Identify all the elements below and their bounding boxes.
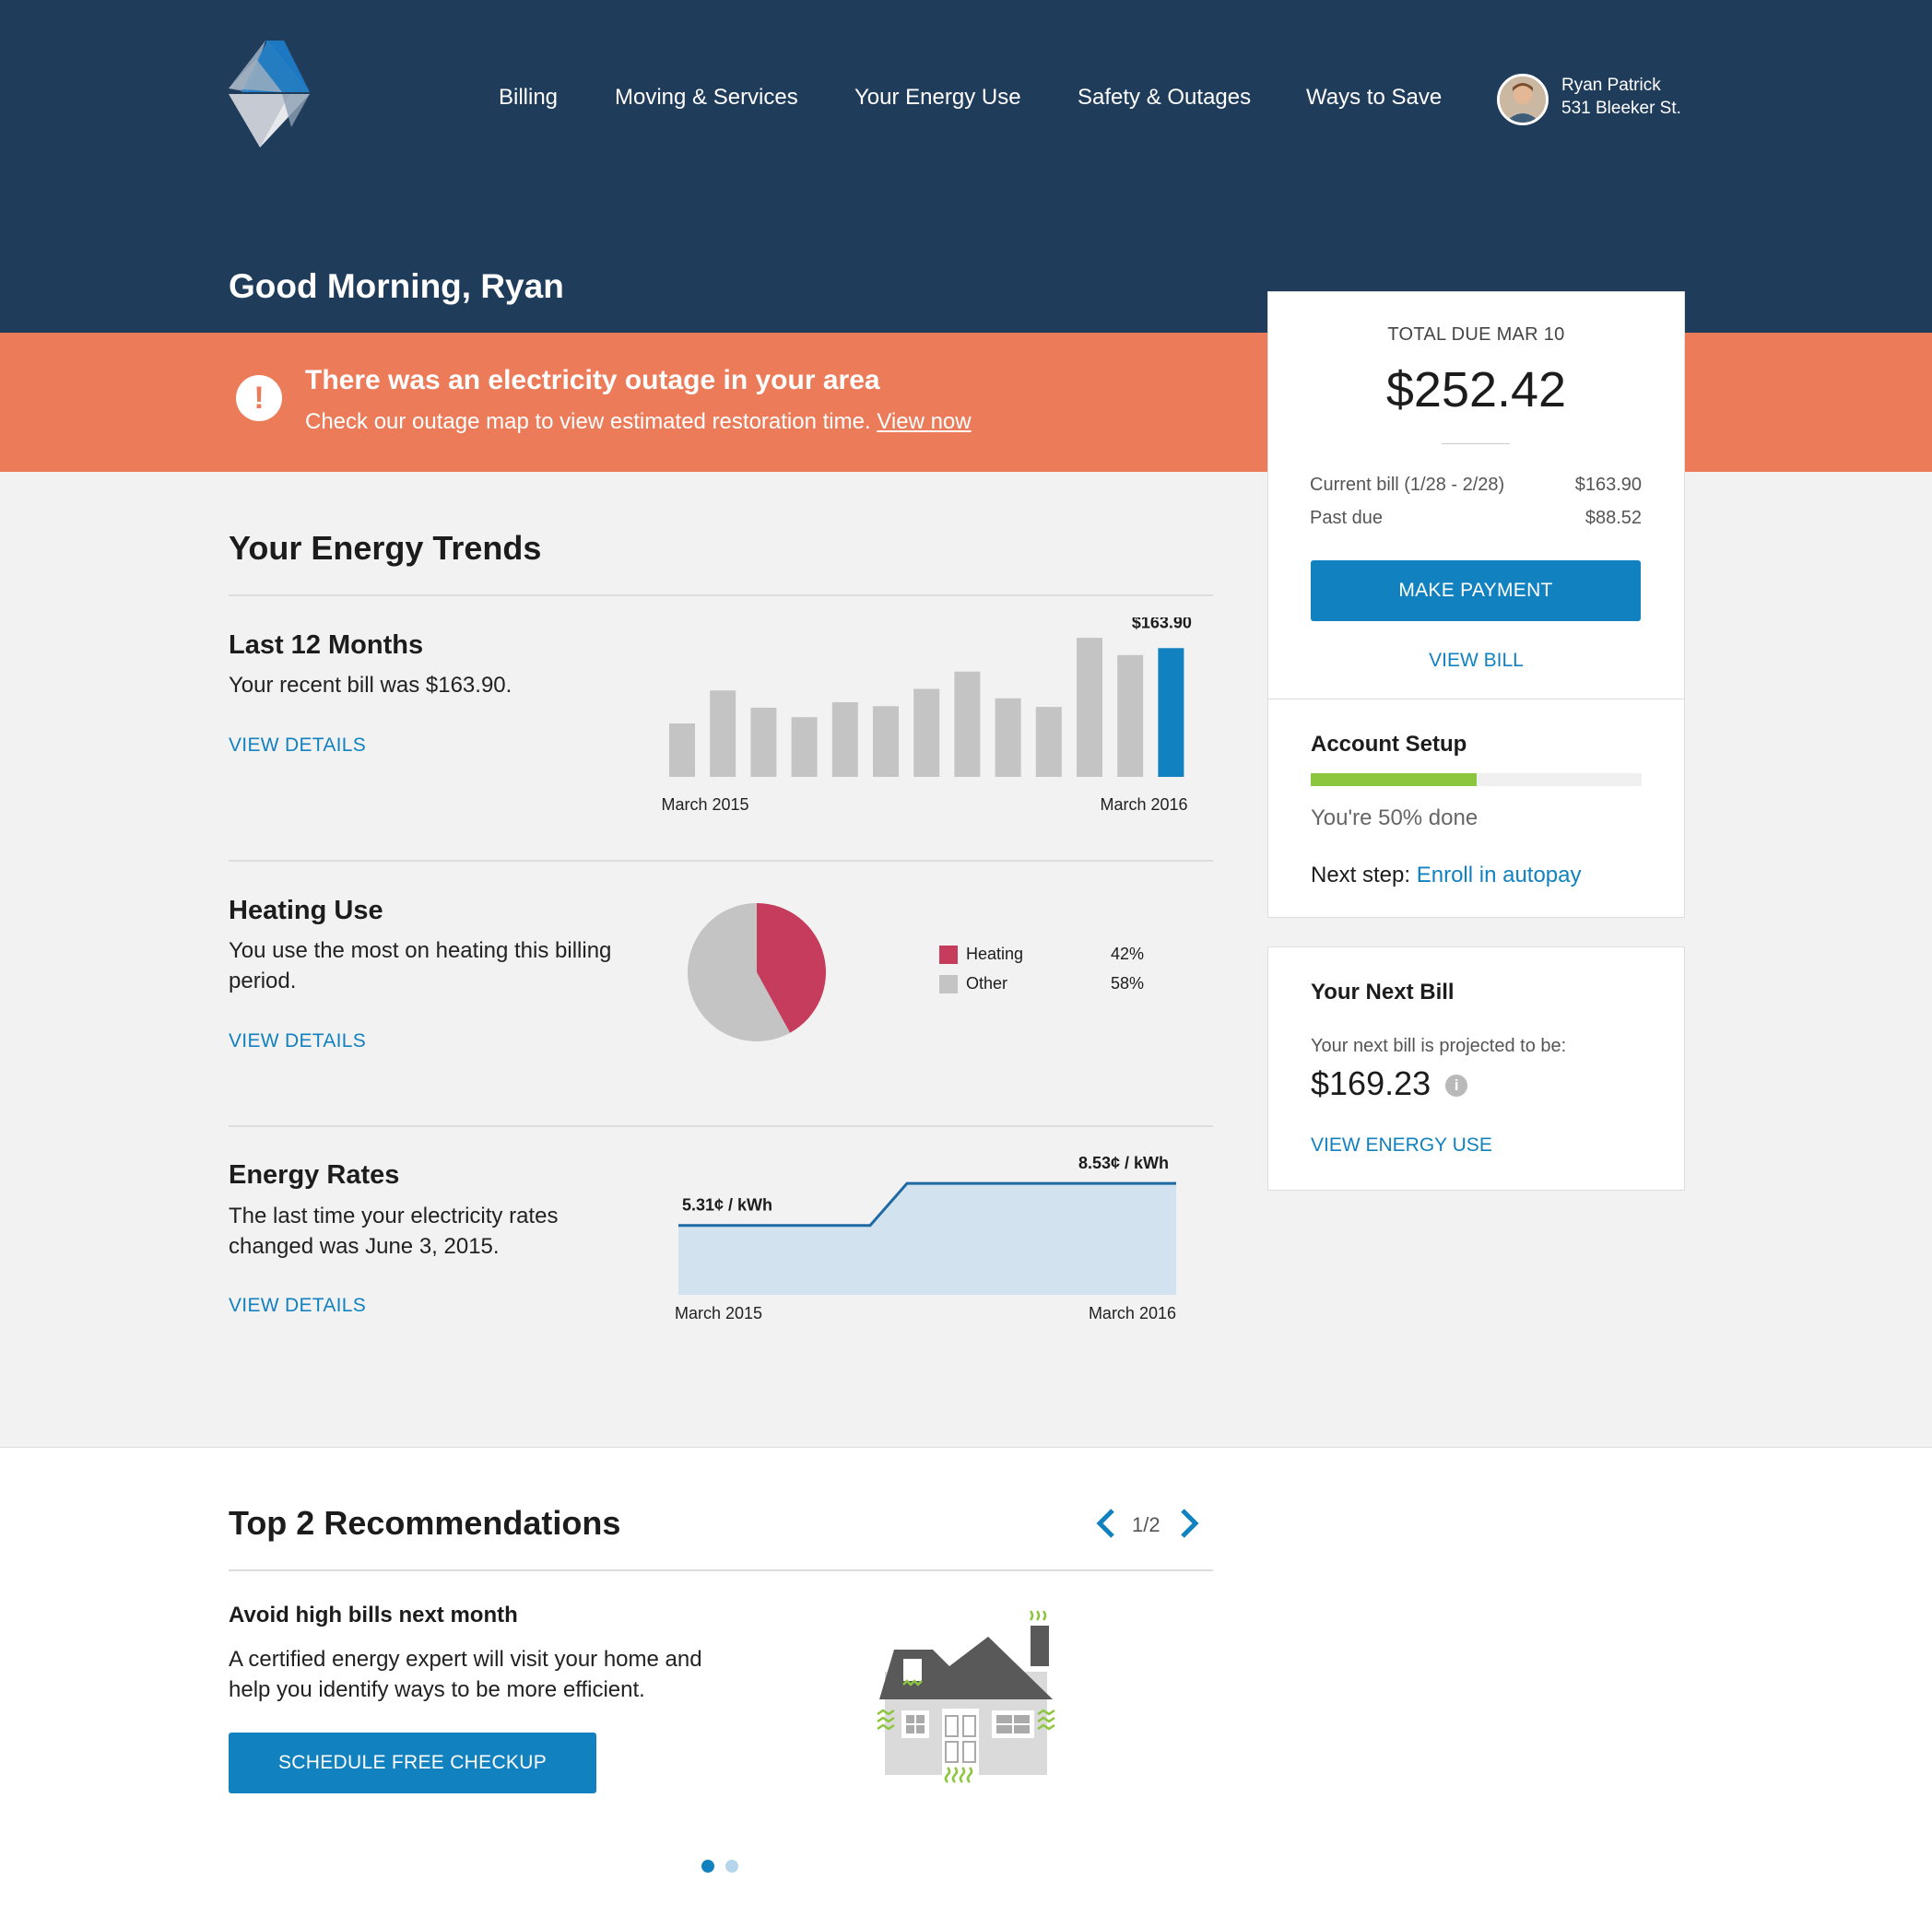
bar-month xyxy=(669,723,695,777)
user-name[interactable]: Ryan Patrick xyxy=(1561,76,1661,96)
rate-x-end-label: March 2016 xyxy=(1089,1304,1176,1322)
setup-progress-fill xyxy=(1311,773,1477,786)
energy-rates-text: The last time your electricity rates cha… xyxy=(229,1204,559,1259)
next-bill-card: Your Next Bill Your next bill is project… xyxy=(1267,946,1685,1191)
view-details-link-last12[interactable]: VIEW DETAILS xyxy=(229,734,366,757)
divider xyxy=(229,1125,1213,1127)
legend-label-other: Other xyxy=(966,974,1008,993)
divider xyxy=(229,860,1213,862)
heating-pie-chart xyxy=(688,903,827,1041)
alert-title: There was an electricity outage in your … xyxy=(305,365,880,395)
schedule-free-checkup-button[interactable]: SCHEDULE FREE CHECKUP xyxy=(229,1733,596,1793)
bar-current-month xyxy=(1158,648,1184,777)
user-address: 531 Bleeker St. xyxy=(1561,99,1681,118)
next-bill-title: Your Next Bill xyxy=(1311,980,1455,1005)
view-outage-map-link[interactable]: View now xyxy=(877,409,971,434)
bar-month xyxy=(913,688,940,777)
heating-use-title: Heating Use xyxy=(229,896,383,925)
bar-x-start-label: March 2015 xyxy=(661,795,748,814)
carousel-dot-2[interactable] xyxy=(725,1860,738,1873)
setup-progress-bar xyxy=(1311,773,1642,786)
nav-safety-outages[interactable]: Safety & Outages xyxy=(1078,85,1251,111)
legend-value-other: 58% xyxy=(1111,974,1145,993)
bar-x-end-label: March 2016 xyxy=(1100,795,1187,814)
bar-month xyxy=(791,717,818,777)
bar-month xyxy=(1077,638,1102,777)
setup-progress-text: You're 50% done xyxy=(1311,805,1478,830)
house-heat-loss-illustration xyxy=(877,1611,1055,1783)
energy-rates-title: Energy Rates xyxy=(229,1160,400,1190)
bar-month xyxy=(954,671,981,777)
legend-swatch-other xyxy=(939,975,958,993)
billing-card: TOTAL DUE MAR 10 $252.42 Current bill (1… xyxy=(1267,291,1685,699)
view-energy-use-link[interactable]: VIEW ENERGY USE xyxy=(1311,1134,1492,1157)
bar-month xyxy=(995,698,1021,777)
last-12-months-text: Your recent bill was $163.90. xyxy=(229,673,512,698)
past-due-label: Past due xyxy=(1310,508,1383,528)
recommendation-title: Avoid high bills next month xyxy=(229,1603,518,1627)
alert-message: Check our outage map to view estimated r… xyxy=(305,409,972,435)
rate-x-start-label: March 2015 xyxy=(675,1304,762,1322)
alert-message-text: Check our outage map to view estimated r… xyxy=(305,409,871,434)
energy-rates-area-chart: 5.31¢ / kWh 8.53¢ / kWh March 2015 March… xyxy=(675,1154,1176,1322)
bar-data-label: $163.90 xyxy=(1132,617,1192,631)
avatar-photo-icon xyxy=(1500,76,1546,123)
next-bill-amount: $169.23 xyxy=(1311,1064,1431,1102)
next-bill-row: $169.23 i xyxy=(1311,1064,1468,1103)
rate-start-label: 5.31¢ / kWh xyxy=(682,1196,772,1215)
make-payment-button[interactable]: MAKE PAYMENT xyxy=(1311,560,1641,621)
enroll-autopay-link[interactable]: Enroll in autopay xyxy=(1417,863,1582,887)
recommendations-pager: 1/2 xyxy=(1132,1513,1160,1536)
legend-value-heating: 42% xyxy=(1111,945,1145,963)
account-setup-title: Account Setup xyxy=(1311,732,1467,757)
exclamation-icon: ! xyxy=(236,375,282,421)
chevron-right-icon[interactable] xyxy=(1177,1508,1201,1539)
heating-use-text: You use the most on heating this billing… xyxy=(229,938,612,993)
total-due-label: TOTAL DUE MAR 10 xyxy=(1387,324,1565,345)
view-details-link-heating[interactable]: VIEW DETAILS xyxy=(229,1030,366,1052)
total-due-amount: $252.42 xyxy=(1385,362,1567,417)
info-icon[interactable]: i xyxy=(1445,1075,1468,1098)
recommendation-text: A certified energy expert will visit you… xyxy=(229,1647,702,1702)
chevron-left-icon[interactable] xyxy=(1094,1508,1118,1539)
bar-month xyxy=(873,706,899,777)
account-setup-card: Account Setup You're 50% done Next step:… xyxy=(1267,699,1685,918)
current-bill-label: Current bill (1/28 - 2/28) xyxy=(1310,475,1505,495)
bar-month xyxy=(1035,707,1062,777)
recommendations-title: Top 2 Recommendations xyxy=(229,1504,621,1542)
nav-your-energy-use[interactable]: Your Energy Use xyxy=(854,85,1021,111)
nav-billing[interactable]: Billing xyxy=(499,85,558,111)
view-details-link-rates[interactable]: VIEW DETAILS xyxy=(229,1295,366,1317)
legend-swatch-heating xyxy=(939,946,958,964)
next-bill-text: Your next bill is projected to be: xyxy=(1311,1036,1567,1056)
bar-month xyxy=(710,690,736,777)
bar-month xyxy=(1117,654,1144,777)
past-due-value: $88.52 xyxy=(1584,508,1642,528)
user-avatar[interactable] xyxy=(1497,74,1549,125)
legend-label-heating: Heating xyxy=(966,945,1024,963)
diamond-mountain-logo[interactable] xyxy=(229,41,312,147)
bar-month xyxy=(831,702,858,777)
current-bill-value: $163.90 xyxy=(1574,475,1642,495)
nav-ways-to-save[interactable]: Ways to Save xyxy=(1306,85,1442,111)
next-step-label: Next step: xyxy=(1311,863,1411,887)
divider xyxy=(229,594,1213,596)
bar-month xyxy=(750,707,777,777)
last-12-months-title: Last 12 Months xyxy=(229,630,424,660)
energy-trends-title: Your Energy Trends xyxy=(229,529,542,567)
nav-moving-services[interactable]: Moving & Services xyxy=(615,85,798,111)
carousel-dot-1[interactable] xyxy=(701,1860,714,1873)
last-12-months-bar-chart: $163.90 March 2015 March 2016 xyxy=(661,617,1192,814)
next-step-row: Next step: Enroll in autopay xyxy=(1311,863,1582,888)
rate-end-label: 8.53¢ / kWh xyxy=(1078,1154,1169,1172)
view-bill-link[interactable]: VIEW BILL xyxy=(1268,650,1684,672)
divider xyxy=(229,1569,1213,1571)
greeting-title: Good Morning, Ryan xyxy=(229,267,564,305)
divider xyxy=(1442,443,1510,444)
